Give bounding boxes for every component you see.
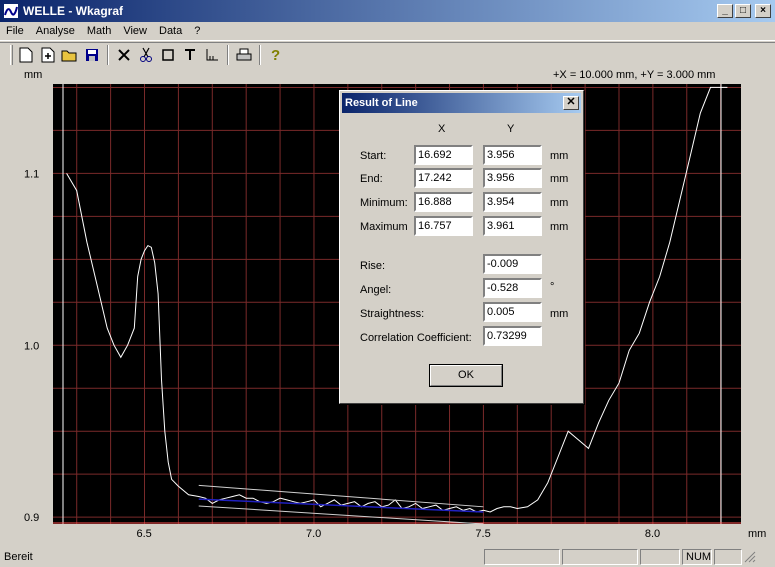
rise-field[interactable]: -0.009 [483, 254, 542, 274]
minimum-unit: mm [550, 197, 569, 209]
save-icon[interactable] [81, 44, 103, 66]
toolbar-grip[interactable] [10, 44, 13, 65]
x-unit-label: mm [748, 528, 766, 540]
rectangle-icon[interactable] [157, 44, 179, 66]
menu-bar: File Analyse Math View Data ? [0, 22, 775, 41]
start-y-field[interactable]: 3.956 [483, 145, 542, 165]
cut-line-icon[interactable] [113, 44, 135, 66]
straightness-field[interactable]: 0.005 [483, 302, 542, 322]
x-tick-label: 7.0 [306, 528, 321, 540]
window-title: WELLE - Wkagraf [23, 4, 124, 18]
straightness-label: Straightness: [360, 308, 425, 320]
toolbar-separator [227, 44, 229, 65]
angel-field[interactable]: -0.528 [483, 278, 542, 298]
title-bar: WELLE - Wkagraf _ □ × [0, 0, 775, 22]
end-label: End: [360, 173, 383, 185]
correlation-label: Correlation Coefficient: [360, 332, 472, 344]
maximize-button[interactable]: □ [735, 4, 751, 18]
menu-view[interactable]: View [117, 25, 153, 37]
maximum-unit: mm [550, 221, 569, 233]
start-unit: mm [550, 150, 569, 162]
status-panel-3 [640, 548, 680, 565]
end-unit: mm [550, 173, 569, 185]
y-unit-label: mm [24, 69, 42, 81]
toolbar-separator [107, 44, 109, 65]
rise-label: Rise: [360, 260, 386, 272]
open-folder-icon[interactable] [59, 44, 81, 66]
resize-grip-icon[interactable] [744, 551, 756, 563]
axes-icon[interactable] [201, 44, 223, 66]
text-icon[interactable] [179, 44, 201, 66]
minimum-y-field[interactable]: 3.954 [483, 192, 542, 212]
minimum-x-field[interactable]: 16.888 [414, 192, 473, 212]
dialog-title: Result of Line [345, 97, 418, 109]
dialog-close-button[interactable]: ✕ [563, 96, 579, 110]
menu-math[interactable]: Math [81, 25, 117, 37]
status-panel-5 [714, 548, 742, 565]
maximum-x-field[interactable]: 16.757 [414, 216, 473, 236]
angel-unit: ° [550, 281, 555, 293]
dialog-title-bar: Result of Line ✕ [342, 93, 581, 113]
status-panel-1 [484, 548, 560, 565]
toolbar: ? [0, 42, 775, 66]
ok-button-label: OK [430, 365, 502, 386]
x-tick-label: 7.5 [475, 528, 490, 540]
maximum-label: Maximum [360, 221, 408, 233]
close-button[interactable]: × [755, 4, 771, 18]
help-icon[interactable]: ? [265, 44, 287, 66]
start-x-field[interactable]: 16.692 [414, 145, 473, 165]
maximum-y-field[interactable]: 3.961 [483, 216, 542, 236]
angel-label: Angel: [360, 284, 392, 296]
status-bar: Bereit NUM [0, 546, 775, 567]
status-panel-2 [562, 548, 638, 565]
ok-button[interactable]: OK [429, 364, 503, 387]
minimum-label: Minimum: [360, 197, 408, 209]
num-indicator: NUM [682, 548, 712, 565]
menu-analyse[interactable]: Analyse [30, 25, 81, 37]
y-tick-label: 0.9 [24, 512, 39, 524]
y-tick-label: 1.0 [24, 340, 39, 352]
app-icon [4, 4, 18, 18]
menu-file[interactable]: File [0, 25, 30, 37]
print-icon[interactable] [233, 44, 255, 66]
status-text: Bereit [4, 550, 33, 563]
x-tick-label: 8.0 [645, 528, 660, 540]
column-x-header: X [438, 123, 446, 135]
end-y-field[interactable]: 3.956 [483, 168, 542, 188]
minimize-button[interactable]: _ [717, 4, 733, 18]
x-tick-label: 6.5 [137, 528, 152, 540]
scissors-icon[interactable] [135, 44, 157, 66]
menu-data[interactable]: Data [153, 25, 188, 37]
svg-text:?: ? [271, 47, 280, 63]
straightness-unit: mm [550, 308, 569, 320]
menu-help[interactable]: ? [188, 25, 206, 37]
y-tick-label: 1.1 [24, 168, 39, 180]
toolbar-separator [259, 44, 261, 65]
end-x-field[interactable]: 17.242 [414, 168, 473, 188]
start-label: Start: [360, 150, 387, 162]
result-of-line-dialog: Result of Line ✕ X Y Start: 16.692 3.956… [339, 90, 584, 404]
correlation-field[interactable]: 0.73299 [483, 326, 542, 346]
add-file-icon[interactable] [37, 44, 59, 66]
column-y-header: Y [507, 123, 515, 135]
new-file-icon[interactable] [15, 44, 37, 66]
scale-info: +X = 10.000 mm, +Y = 3.000 mm [553, 69, 715, 81]
